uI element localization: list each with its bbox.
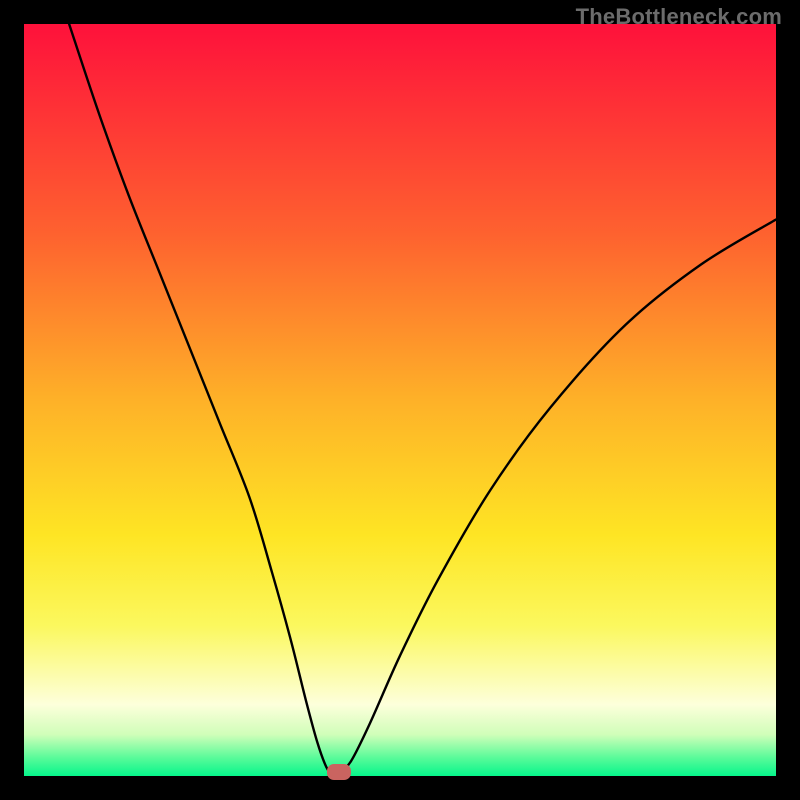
chart-frame: TheBottleneck.com — [0, 0, 800, 800]
bottleneck-plot — [24, 24, 776, 776]
gradient-background — [24, 24, 776, 776]
optimal-marker — [327, 764, 351, 780]
